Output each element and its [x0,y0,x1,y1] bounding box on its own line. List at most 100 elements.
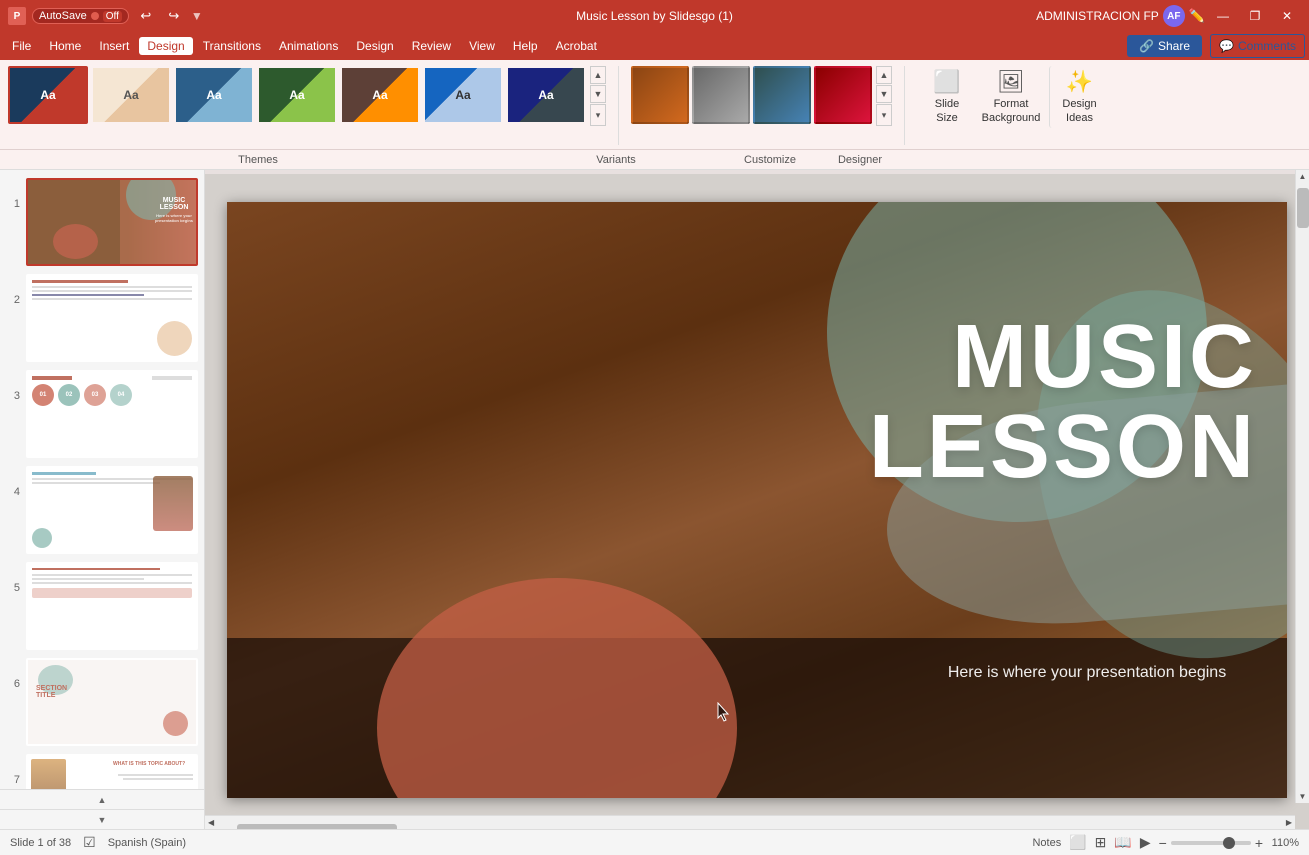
menu-help[interactable]: Help [505,37,546,55]
comment-icon: 💬 [1219,39,1234,53]
slide-thumb-row-3: 3 01 02 03 04 [6,370,198,458]
zoom-control: − + 110% [1159,835,1299,851]
slide-thumb-5[interactable] [26,562,198,650]
reading-view-icon[interactable]: 📖 [1114,834,1131,851]
slide5-l3 [32,578,144,580]
menu-file[interactable]: File [4,37,39,55]
canvas-scroll-down[interactable]: ▼ [1297,790,1309,803]
undo-button[interactable]: ↩ [135,5,157,27]
format-background-button[interactable]: 🖼 FormatBackground [981,66,1041,128]
admin-avatar: AF [1163,5,1185,27]
menu-view[interactable]: View [461,37,503,55]
slideshow-icon[interactable]: ▶ [1140,834,1151,851]
theme-item-3[interactable]: Aa [174,66,254,124]
slide5-l1 [32,568,160,570]
variants-up[interactable]: ▲ [876,66,892,84]
slide3-title2 [152,376,192,380]
zoom-out-icon[interactable]: − [1159,835,1167,851]
slide5-l4 [32,582,192,584]
theme-item-1[interactable]: Aa [8,66,88,124]
gallery-expand[interactable]: ▾ [590,104,606,126]
ribbon-top: Aa Aa Aa Aa Aa Aa Aa [0,60,1309,149]
theme-item-6[interactable]: Aa [423,66,503,124]
design-ideas-label: DesignIdeas [1062,98,1096,124]
slide-num-3: 3 [6,390,20,402]
window-title: Music Lesson by Slidesgo (1) [576,9,733,23]
minimize-button[interactable]: — [1209,5,1237,27]
theme-item-4[interactable]: Aa [257,66,337,124]
slide7-img [31,759,66,789]
slide-thumb-row-4: 4 [6,466,198,554]
slide2-line1 [32,280,128,283]
accessibility-icon[interactable]: ☑ [83,834,96,851]
slide3-c3: 03 [84,384,106,406]
slide2-circle [157,321,192,356]
header-buttons: 🔗 Share 💬 Comments [1127,34,1305,58]
menu-design[interactable]: Design [139,37,192,55]
slide-title-line1: MUSIC [869,312,1257,402]
slide-size-button[interactable]: ⬜ SlideSize [917,66,977,128]
slide4-preview [28,468,196,552]
gallery-down[interactable]: ▼ [590,85,606,103]
slide-panel-scroll-up[interactable]: ▲ [0,789,204,809]
canvas-scroll-left[interactable]: ◀ [205,818,217,827]
menu-bar: File Home Insert Design Transitions Anim… [0,32,1309,60]
slide7-l2 [123,778,193,780]
zoom-thumb [1223,837,1235,849]
design-ideas-button[interactable]: ✨ DesignIdeas [1049,66,1109,128]
canvas-scroll-thumb[interactable] [1297,188,1309,228]
canvas-scroll-up[interactable]: ▲ [1297,170,1309,183]
slide-panel-scroll-down[interactable]: ▼ [0,809,204,829]
slide-size-label: SlideSize [935,98,959,124]
theme-item-5[interactable]: Aa [340,66,420,124]
canvas-scroll-right[interactable]: ▶ [1283,818,1295,827]
theme-item-2[interactable]: Aa [91,66,171,124]
normal-view-icon[interactable]: ⬜ [1069,834,1086,851]
zoom-in-icon[interactable]: + [1255,835,1263,851]
slide1-preview: MUSIC LESSON Here is where your presenta… [28,180,196,264]
canvas-h-thumb[interactable] [237,824,397,830]
variants-down[interactable]: ▼ [876,85,892,103]
menu-acrobat[interactable]: Acrobat [548,37,605,55]
slide-thumb-1[interactable]: MUSIC LESSON Here is where your presenta… [26,178,198,266]
menu-review[interactable]: Review [404,37,459,55]
themes-section: Aa Aa Aa Aa Aa Aa Aa [8,66,619,145]
menu-insert[interactable]: Insert [91,37,137,55]
variants-expand[interactable]: ▾ [876,104,892,126]
comments-button[interactable]: 💬 Comments [1210,34,1305,58]
slide-subtitle: Here is where your presentation begins [947,662,1227,684]
theme-preview-4: Aa [259,68,335,122]
redo-button[interactable]: ↪ [163,5,185,27]
gallery-arrows: ▲ ▼ ▾ [590,66,606,126]
theme-preview-7: Aa [508,68,584,122]
slide-thumb-2[interactable] [26,274,198,362]
gallery-up[interactable]: ▲ [590,66,606,84]
slide-thumb-3[interactable]: 01 02 03 04 [26,370,198,458]
slide-num-2: 2 [6,294,20,306]
variant-item-4[interactable] [814,66,872,124]
variant-item-1[interactable] [631,66,689,124]
slide-sorter-icon[interactable]: ⊞ [1095,834,1107,851]
slide-thumb-row-5: 5 [6,562,198,650]
theme-preview-2: Aa [93,68,169,122]
zoom-slider[interactable] [1171,841,1251,845]
variant-item-3[interactable] [753,66,811,124]
variant-item-2[interactable] [692,66,750,124]
share-button[interactable]: 🔗 Share [1127,35,1202,57]
menu-slideshow[interactable]: Design [348,37,401,55]
slide2-line4 [32,294,144,296]
slide1-shape2 [53,224,98,259]
menu-animations[interactable]: Animations [271,37,346,55]
restore-button[interactable]: ❐ [1241,5,1269,27]
quick-access: ▼ [191,9,203,23]
notes-button[interactable]: Notes [1032,837,1061,849]
slide-thumb-7[interactable]: WHAT IS THIS TOPIC ABOUT? [26,754,198,789]
ribbon: Aa Aa Aa Aa Aa Aa Aa [0,60,1309,170]
menu-transitions[interactable]: Transitions [195,37,269,55]
status-bar: Slide 1 of 38 ☑ Spanish (Spain) Notes ⬜ … [0,829,1309,855]
theme-item-7[interactable]: Aa [506,66,586,124]
slide-thumb-6[interactable]: SECTIONTITLE [26,658,198,746]
menu-home[interactable]: Home [41,37,89,55]
slide-thumb-4[interactable] [26,466,198,554]
close-button[interactable]: ✕ [1273,5,1301,27]
